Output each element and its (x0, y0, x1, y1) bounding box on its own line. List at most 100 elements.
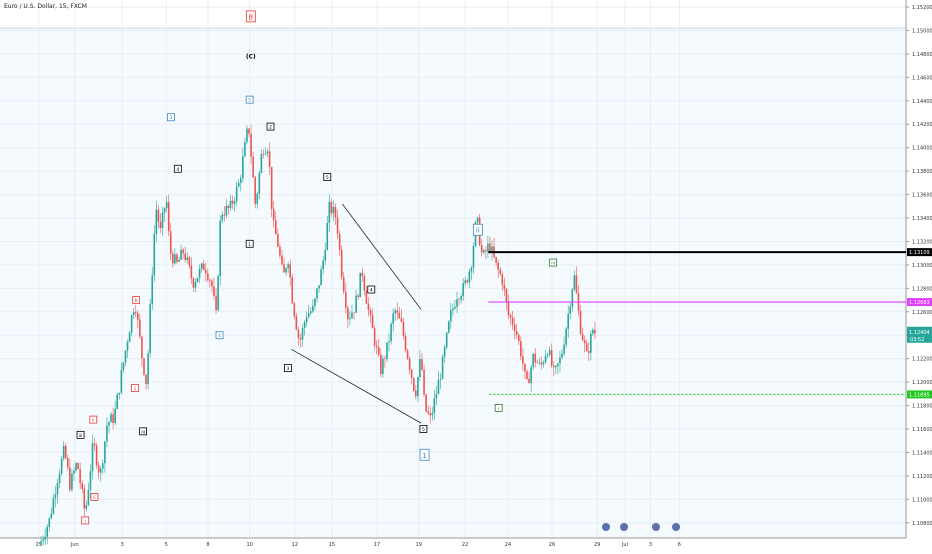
event-icon (602, 523, 610, 531)
candle-body (452, 308, 454, 311)
candle-body (75, 463, 77, 471)
candle-body (262, 154, 265, 155)
candle-body (429, 413, 432, 416)
candle-body (466, 280, 469, 283)
candle-body (443, 347, 446, 357)
candle-body (377, 347, 380, 355)
candle-body (163, 207, 166, 213)
candle-body (237, 182, 240, 187)
candle-body (507, 302, 510, 315)
x-tick-label: 5 (165, 542, 168, 548)
current-price-timer: 03:52 (910, 337, 924, 343)
candle-body (334, 207, 337, 218)
candle-body (141, 336, 143, 359)
candle-body (394, 310, 397, 314)
candle-body (365, 290, 368, 304)
candle-body (295, 316, 298, 330)
candle-body (550, 350, 553, 366)
candle-body (462, 283, 464, 297)
candle-body (99, 468, 102, 473)
candle-body (73, 470, 75, 474)
candle-body (223, 214, 226, 216)
wave-label: B (248, 13, 253, 21)
wave-label: (C) (246, 53, 256, 60)
candle-body (373, 328, 376, 346)
candle-body (283, 264, 285, 273)
candle-body (485, 250, 487, 252)
candle-body (351, 312, 353, 319)
candle-body (46, 526, 49, 537)
candle-body (330, 201, 333, 214)
candlestick-chart[interactable]: 1.15200 1.15000 1.14800 1.14600 1.14400 1.142… (0, 0, 932, 550)
wave-label: 2 (269, 125, 272, 131)
candle-body (198, 268, 201, 278)
candle-body (149, 303, 151, 354)
candle-body (579, 310, 582, 334)
candle-body (204, 269, 207, 274)
candle-body (291, 277, 294, 304)
candle-body (305, 317, 308, 323)
candle-body (375, 345, 378, 348)
candle-body (120, 370, 123, 393)
candle-body (102, 463, 104, 469)
wave-label: 5 (326, 175, 329, 181)
candle-body (151, 275, 154, 304)
x-tick-label: Jun (70, 542, 79, 548)
candle-body (85, 505, 88, 509)
candle-body (279, 246, 281, 256)
candle-body (167, 202, 170, 232)
y-tick-label: 1.13200 (912, 239, 932, 245)
candle-body (235, 186, 238, 202)
y-tick-label: 1.12600 (912, 310, 932, 316)
candle-body (499, 269, 502, 275)
candle-body (532, 353, 534, 368)
x-tick-label: 12 (292, 542, 298, 548)
candle-body (221, 214, 224, 221)
candle-body (207, 273, 209, 280)
candle-body (95, 445, 98, 466)
candle-body (559, 357, 561, 364)
candle-body (454, 306, 456, 309)
candle-body (433, 398, 436, 414)
candle-body (180, 249, 182, 260)
candle-body (54, 494, 57, 499)
candle-body (108, 422, 110, 426)
candle-body (79, 469, 81, 484)
candle-body (301, 327, 304, 340)
candle-body (93, 443, 96, 446)
wave-label: ii (476, 227, 480, 235)
candle-body (324, 249, 327, 261)
candle-body (357, 295, 359, 298)
wave-label: 1 (422, 452, 426, 460)
candle-body (380, 354, 382, 375)
candle-body (530, 367, 532, 384)
candle-body (491, 246, 493, 252)
candle-body (307, 313, 310, 318)
level-label: 1.12683 (909, 300, 930, 306)
candle-body (382, 358, 384, 375)
level-label: 1.11895 (909, 392, 930, 398)
y-tick-label: 1.14400 (912, 99, 932, 105)
candle-body (369, 310, 372, 315)
candle-body (56, 483, 59, 495)
candle-body (153, 233, 156, 276)
y-tick-label: 1.13400 (912, 216, 932, 222)
candle-body (338, 233, 341, 250)
candle-body (139, 319, 141, 337)
candle-body (406, 350, 409, 359)
candle-body (480, 245, 483, 253)
chart-area[interactable]: 1.15200 1.15000 1.14800 1.14600 1.14400 1.142… (0, 0, 932, 550)
candle-body (592, 329, 594, 334)
candle-body (217, 275, 219, 311)
wave-label: 4 (176, 167, 179, 173)
candle-body (326, 223, 329, 250)
wave-label: B (135, 298, 138, 304)
wave-label: 4 (370, 288, 373, 294)
candle-body (116, 394, 119, 409)
candle-body (590, 333, 592, 353)
y-tick-label: 1.12800 (912, 286, 932, 292)
wave-label: ii (92, 418, 95, 424)
candle-body (184, 253, 186, 260)
candle-body (258, 172, 261, 194)
candle-body (544, 355, 547, 363)
